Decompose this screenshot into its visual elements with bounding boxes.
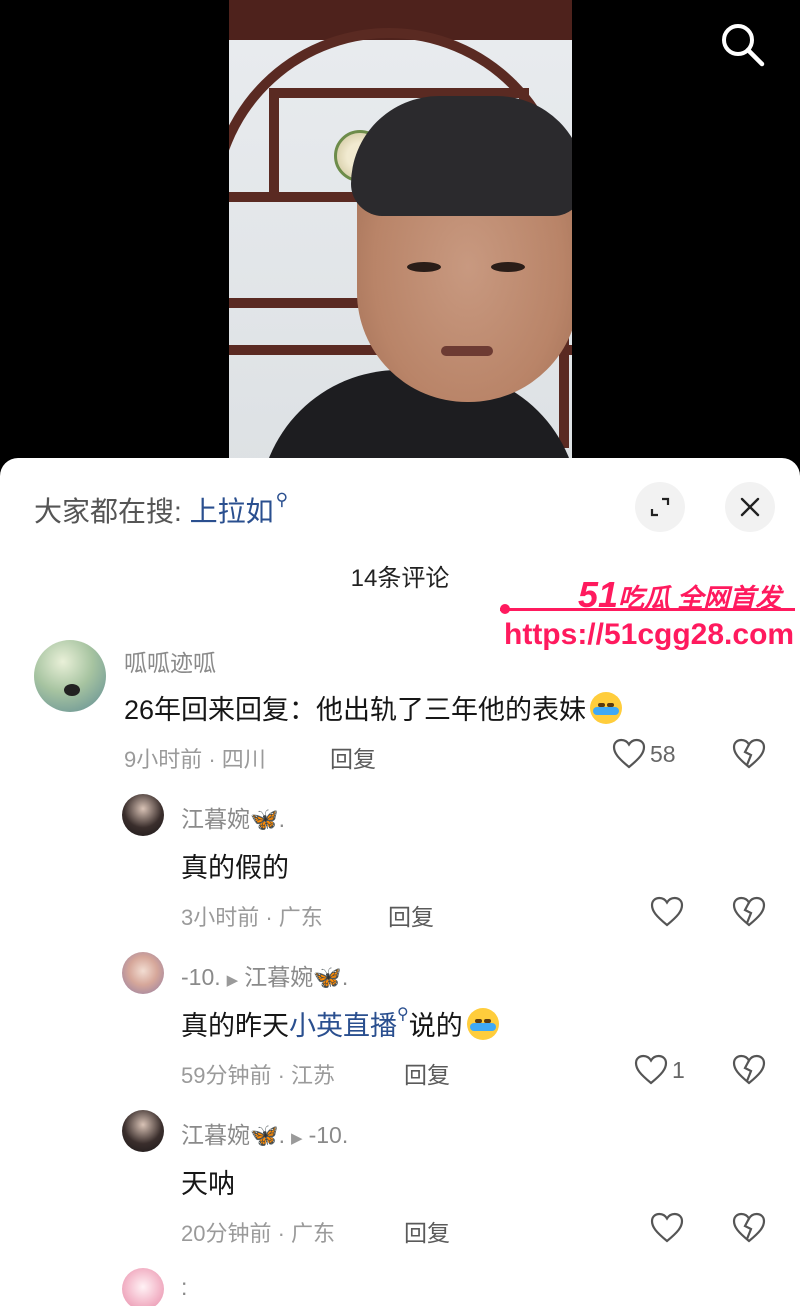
search-button[interactable] bbox=[716, 18, 768, 70]
broken-heart-icon bbox=[732, 896, 766, 927]
avatar[interactable] bbox=[122, 1268, 164, 1306]
person-eye bbox=[407, 262, 441, 272]
dislike-button[interactable] bbox=[732, 1212, 766, 1249]
expand-button[interactable] bbox=[635, 482, 685, 532]
close-button[interactable] bbox=[725, 482, 775, 532]
comment-username[interactable]: -10. ▶ 江暮婉🦋. bbox=[181, 958, 348, 992]
avatar[interactable] bbox=[122, 794, 164, 836]
comment-username[interactable]: : bbox=[181, 1274, 187, 1301]
like-button[interactable] bbox=[650, 1212, 688, 1244]
close-icon bbox=[740, 497, 760, 517]
search-keyword-link[interactable]: 小英直播 bbox=[289, 1011, 397, 1041]
search-icon bbox=[722, 24, 765, 67]
reply-author[interactable]: -10. bbox=[181, 964, 221, 990]
avatar[interactable] bbox=[34, 640, 106, 712]
watermark-divider bbox=[500, 604, 795, 614]
video-frame bbox=[229, 0, 572, 470]
crying-emoji-icon bbox=[466, 1008, 499, 1040]
comment-meta: 9小时前 · 四川 bbox=[124, 747, 266, 772]
search-icon: ⚲ bbox=[275, 490, 289, 509]
comment-username[interactable]: 呱呱迹呱 bbox=[124, 644, 216, 678]
person-eye bbox=[491, 262, 525, 272]
reply-button[interactable]: 回复 bbox=[330, 740, 376, 774]
like-count: 58 bbox=[650, 740, 676, 767]
reply-button[interactable]: 回复 bbox=[404, 1056, 450, 1090]
avatar[interactable] bbox=[122, 952, 164, 994]
broken-heart-icon bbox=[732, 1212, 766, 1243]
comment-meta: 59分钟前 · 江苏 bbox=[181, 1063, 336, 1088]
broken-heart-icon bbox=[732, 738, 766, 769]
person-mouth bbox=[441, 346, 493, 356]
reply-target[interactable]: 江暮婉🦋. bbox=[244, 964, 348, 990]
heart-icon bbox=[650, 896, 684, 927]
reply-button[interactable]: 回复 bbox=[404, 1214, 450, 1248]
comment-text-body: 26年回来回复：他出轨了三年他的表妹 bbox=[124, 695, 587, 725]
like-button[interactable]: 1 bbox=[634, 1054, 685, 1086]
expand-icon bbox=[650, 497, 670, 517]
like-button[interactable] bbox=[650, 896, 688, 928]
search-icon: ⚲ bbox=[397, 1006, 409, 1023]
comment-text: 26年回来回复：他出轨了三年他的表妹 bbox=[124, 688, 623, 727]
comment-username[interactable]: 江暮婉🦋. ▶ -10. bbox=[181, 1116, 348, 1150]
watermark-url: https://51cgg28.com bbox=[504, 618, 795, 651]
comment-meta: 20分钟前 · 广东 bbox=[181, 1221, 336, 1246]
dislike-button[interactable] bbox=[732, 1054, 766, 1091]
comment-text-before: 真的昨天 bbox=[181, 1011, 289, 1041]
like-button[interactable]: 58 bbox=[612, 738, 676, 770]
crying-laughing-emoji-icon bbox=[590, 692, 623, 724]
broken-heart-icon bbox=[732, 1054, 766, 1085]
dislike-button[interactable] bbox=[732, 896, 766, 933]
comment-text: 天呐 bbox=[181, 1169, 235, 1199]
comment-username[interactable]: 江暮婉🦋. bbox=[181, 800, 285, 834]
video-player[interactable] bbox=[0, 0, 800, 470]
hot-search-bar[interactable]: 大家都在搜: 上拉如 ⚲ bbox=[34, 490, 288, 530]
shelf-decoration bbox=[269, 88, 279, 198]
reply-button[interactable]: 回复 bbox=[388, 898, 434, 932]
comment-text: 真的昨天小英直播⚲说的 bbox=[181, 1004, 499, 1043]
person-hair bbox=[351, 96, 572, 216]
comment-text: 真的假的 bbox=[181, 853, 289, 883]
reply-arrow-icon: ▶ bbox=[226, 972, 239, 989]
comment-text-after: 说的 bbox=[408, 1011, 463, 1041]
hot-search-prefix: 大家都在搜: bbox=[34, 496, 182, 527]
heart-icon bbox=[634, 1054, 668, 1085]
like-count: 1 bbox=[672, 1056, 685, 1083]
heart-icon bbox=[650, 1212, 684, 1243]
avatar[interactable] bbox=[122, 1110, 164, 1152]
hot-search-keyword[interactable]: 上拉如 bbox=[190, 496, 274, 527]
dislike-button[interactable] bbox=[732, 738, 766, 775]
reply-author[interactable]: 江暮婉🦋. bbox=[181, 1122, 285, 1148]
comment-meta: 3小时前 · 广东 bbox=[181, 905, 323, 930]
reply-target[interactable]: -10. bbox=[309, 1122, 349, 1148]
heart-icon bbox=[612, 738, 646, 769]
reply-arrow-icon: ▶ bbox=[291, 1130, 303, 1147]
comment-sheet: 大家都在搜: 上拉如 ⚲ 14条评论 51吃瓜 全网首发 https://51cg… bbox=[0, 458, 800, 1306]
